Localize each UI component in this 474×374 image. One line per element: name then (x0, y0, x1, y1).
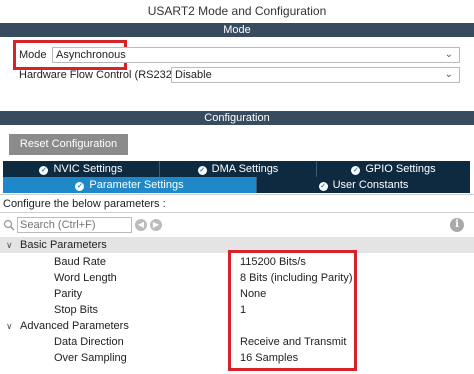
values-highlight-box (228, 250, 357, 371)
tab-nvic-settings[interactable]: ✓ NVIC Settings (3, 161, 160, 177)
configuration-section-header: Configuration (0, 111, 474, 125)
param-name: Stop Bits (54, 304, 99, 316)
search-icon (3, 219, 15, 231)
param-name: Parity (54, 288, 83, 300)
search-previous-icon[interactable]: ◀ (135, 219, 147, 231)
chevron-down-icon: ∨ (6, 321, 13, 331)
tab-label: GPIO Settings (365, 163, 436, 175)
info-icon[interactable]: i (450, 218, 464, 232)
group-label: Advanced Parameters (20, 320, 129, 332)
check-circle-icon: ✓ (318, 182, 328, 191)
check-circle-icon: ✓ (39, 166, 49, 175)
mode-section-header: Mode (0, 23, 474, 37)
divider (0, 212, 474, 213)
search-input[interactable] (17, 217, 132, 233)
flow-control-select[interactable]: Disable ⌄ (171, 67, 460, 83)
param-name: Over Sampling (54, 352, 127, 364)
tab-user-constants[interactable]: ✓ User Constants (257, 177, 470, 193)
mode-label: Mode (19, 49, 47, 61)
param-name: Data Direction (54, 336, 124, 348)
param-name: Word Length (54, 272, 117, 284)
flow-control-label: Hardware Flow Control (RS232) (19, 69, 176, 81)
tab-label: DMA Settings (211, 163, 279, 175)
chevron-down-icon: ⌄ (444, 49, 453, 60)
chevron-down-icon: ⌄ (444, 69, 453, 80)
window-title: USART2 Mode and Configuration (147, 4, 327, 18)
flow-control-value: Disable (175, 69, 212, 81)
check-circle-icon: ✓ (197, 166, 207, 175)
tab-gpio-settings[interactable]: ✓ GPIO Settings (317, 161, 470, 177)
tab-parameter-settings[interactable]: ✓ Parameter Settings (3, 177, 257, 193)
reset-configuration-button[interactable]: Reset Configuration (9, 134, 128, 155)
divider (0, 194, 474, 195)
tab-dma-settings[interactable]: ✓ DMA Settings (160, 161, 317, 177)
chevron-down-icon: ∨ (6, 240, 13, 250)
mode-select[interactable]: Asynchronous ⌄ (52, 47, 460, 63)
tab-label: User Constants (332, 179, 409, 191)
group-label: Basic Parameters (20, 239, 107, 251)
search-next-icon[interactable]: ▶ (150, 219, 162, 231)
configure-hint: Configure the below parameters : (3, 198, 166, 210)
tab-label: NVIC Settings (53, 163, 123, 175)
mode-value: Asynchronous (56, 49, 126, 61)
check-circle-icon: ✓ (75, 182, 85, 191)
check-circle-icon: ✓ (351, 166, 361, 175)
param-name: Baud Rate (54, 256, 106, 268)
tab-label: Parameter Settings (89, 179, 184, 191)
